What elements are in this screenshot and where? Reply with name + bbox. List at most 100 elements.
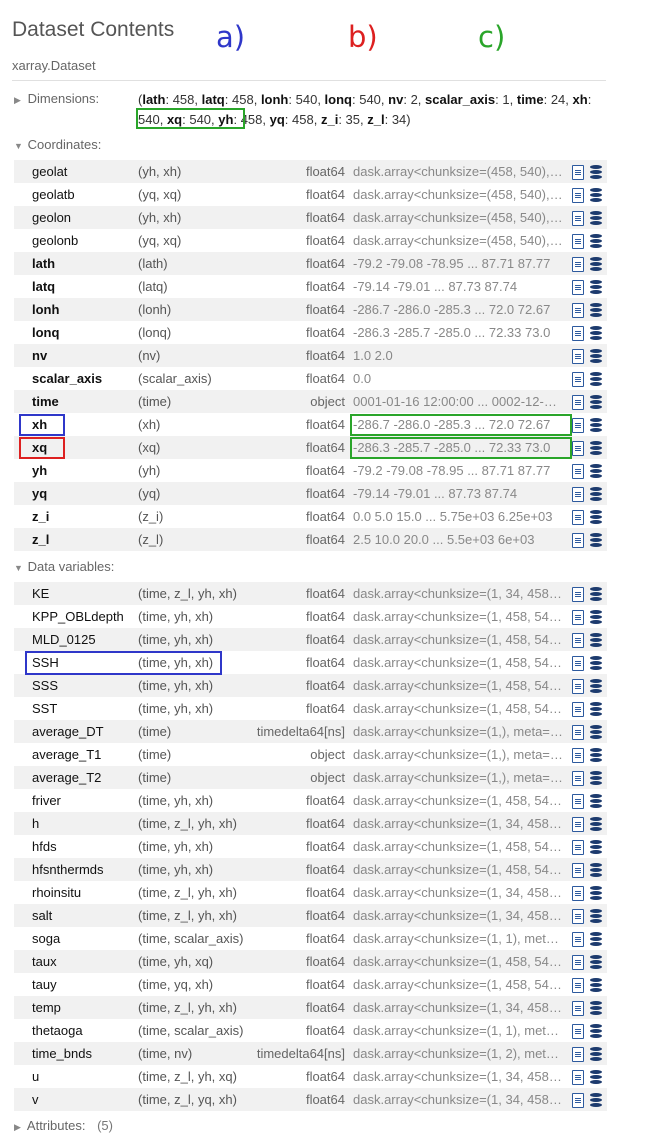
variable-preview[interactable]: dask.array<chunksize=(1, 458, 540), meta… [353, 674, 563, 697]
variable-preview[interactable]: -286.7 -286.0 -285.3 ... 72.0 72.67 [353, 298, 563, 321]
file-text-icon[interactable] [572, 955, 584, 970]
file-text-icon[interactable] [572, 863, 584, 878]
database-icon[interactable] [590, 748, 602, 762]
variable-preview[interactable]: dask.array<chunksize=(1, 458, 540), meta… [353, 605, 563, 628]
database-icon[interactable] [590, 817, 602, 831]
coordinate-row[interactable]: lonq (lonq) float64 -286.3 -285.7 -285.0 ..… [14, 321, 607, 344]
database-icon[interactable] [590, 280, 602, 294]
variable-preview[interactable]: dask.array<chunksize=(1, 2), meta=np.nda… [353, 1042, 563, 1065]
variable-preview[interactable]: dask.array<chunksize=(1, 458, 540), meta… [353, 697, 563, 720]
file-text-icon[interactable] [572, 326, 584, 341]
database-icon[interactable] [590, 863, 602, 877]
database-icon[interactable] [590, 633, 602, 647]
variable-preview[interactable]: dask.array<chunksize=(1, 34, 458, 540), … [353, 1065, 563, 1088]
file-text-icon[interactable] [572, 978, 584, 993]
file-text-icon[interactable] [572, 1001, 584, 1016]
data-variable-row[interactable]: hfsnthermds (time, yh, xh) float64 dask.arr… [14, 858, 607, 881]
data-variable-row[interactable]: average_DT (time) timedelta64[ns] dask.arra… [14, 720, 607, 743]
coordinate-row[interactable]: nv (nv) float64 1.0 2.0 [14, 344, 607, 367]
variable-preview[interactable]: dask.array<chunksize=(1, 34, 458, 540), … [353, 1088, 563, 1111]
database-icon[interactable] [590, 725, 602, 739]
variable-preview[interactable]: dask.array<chunksize=(1,), meta=np.ndarr… [353, 743, 563, 766]
database-icon[interactable] [590, 932, 602, 946]
data-variable-row[interactable]: tauy (time, yq, xh) float64 dask.array<chun… [14, 973, 607, 996]
variable-preview[interactable]: dask.array<chunksize=(1, 458, 540), meta… [353, 628, 563, 651]
file-text-icon[interactable] [572, 633, 584, 648]
data-variable-row[interactable]: KPP_OBLdepth (time, yh, xh) float64 dask.ar… [14, 605, 607, 628]
data-variable-row[interactable]: SSS (time, yh, xh) float64 dask.array<chunk… [14, 674, 607, 697]
file-text-icon[interactable] [572, 257, 584, 272]
variable-preview[interactable]: -79.14 -79.01 ... 87.73 87.74 [353, 275, 563, 298]
data-variable-row[interactable]: average_T2 (time) object dask.array<chunksi… [14, 766, 607, 789]
variable-preview[interactable]: dask.array<chunksize=(1, 458, 540), meta… [353, 950, 563, 973]
file-text-icon[interactable] [572, 395, 584, 410]
coordinate-row[interactable]: z_l (z_l) float64 2.5 10.0 20.0 ... 5.5e+03… [14, 528, 607, 551]
database-icon[interactable] [590, 165, 602, 179]
data-variable-row[interactable]: average_T1 (time) object dask.array<chunksi… [14, 743, 607, 766]
database-icon[interactable] [590, 1047, 602, 1061]
database-icon[interactable] [590, 257, 602, 271]
file-text-icon[interactable] [572, 840, 584, 855]
database-icon[interactable] [590, 372, 602, 386]
data-variable-row[interactable]: h (time, z_l, yh, xh) float64 dask.array<ch… [14, 812, 607, 835]
data-variable-row[interactable]: v (time, z_l, yq, xh) float64 dask.array<ch… [14, 1088, 607, 1111]
database-icon[interactable] [590, 303, 602, 317]
file-text-icon[interactable] [572, 817, 584, 832]
coordinate-row[interactable]: latq (latq) float64 -79.14 -79.01 ... 87.73… [14, 275, 607, 298]
file-text-icon[interactable] [572, 165, 584, 180]
database-icon[interactable] [590, 533, 602, 547]
file-text-icon[interactable] [572, 748, 584, 763]
data-variable-row[interactable]: KE (time, z_l, yh, xh) float64 dask.array<c… [14, 582, 607, 605]
coordinate-row[interactable]: geolat (yh, xh) float64 dask.array<chunksiz… [14, 160, 607, 183]
file-text-icon[interactable] [572, 464, 584, 479]
variable-preview[interactable]: -79.2 -79.08 -78.95 ... 87.71 87.77 [353, 459, 563, 482]
coordinates-section-toggle[interactable]: ▼ Coordinates: [14, 137, 101, 152]
database-icon[interactable] [590, 395, 602, 409]
variable-preview[interactable]: dask.array<chunksize=(458, 540), meta=np… [353, 206, 563, 229]
database-icon[interactable] [590, 234, 602, 248]
coordinate-row[interactable]: geolonb (yq, xq) float64 dask.array<chunksi… [14, 229, 607, 252]
variable-preview[interactable]: dask.array<chunksize=(1, 34, 458, 540), … [353, 904, 563, 927]
variable-preview[interactable]: dask.array<chunksize=(458, 540), meta=np… [353, 229, 563, 252]
data-variable-row[interactable]: MLD_0125 (time, yh, xh) float64 dask.array<… [14, 628, 607, 651]
coordinate-row[interactable]: lonh (lonh) float64 -286.7 -286.0 -285.3 ..… [14, 298, 607, 321]
file-text-icon[interactable] [572, 610, 584, 625]
file-text-icon[interactable] [572, 771, 584, 786]
data-variable-row[interactable]: SST (time, yh, xh) float64 dask.array<chunk… [14, 697, 607, 720]
data-variable-row[interactable]: salt (time, z_l, yh, xh) float64 dask.array… [14, 904, 607, 927]
database-icon[interactable] [590, 1024, 602, 1038]
data-variable-row[interactable]: taux (time, yh, xq) float64 dask.array<chun… [14, 950, 607, 973]
database-icon[interactable] [590, 1093, 602, 1107]
database-icon[interactable] [590, 326, 602, 340]
file-text-icon[interactable] [572, 1093, 584, 1108]
variable-preview[interactable]: dask.array<chunksize=(1, 34, 458, 540), … [353, 881, 563, 904]
database-icon[interactable] [590, 1001, 602, 1015]
data-variable-row[interactable]: soga (time, scalar_axis) float64 dask.array… [14, 927, 607, 950]
data-variable-row[interactable]: rhoinsitu (time, z_l, yh, xh) float64 dask.… [14, 881, 607, 904]
file-text-icon[interactable] [572, 702, 584, 717]
coordinate-row[interactable]: geolon (yh, xh) float64 dask.array<chunksiz… [14, 206, 607, 229]
coordinate-row[interactable]: geolatb (yq, xq) float64 dask.array<chunksi… [14, 183, 607, 206]
variable-preview[interactable]: dask.array<chunksize=(458, 540), meta=np… [353, 183, 563, 206]
attributes-section-toggle[interactable]: ▶ Attributes: (5) [14, 1118, 113, 1133]
file-text-icon[interactable] [572, 280, 584, 295]
database-icon[interactable] [590, 771, 602, 785]
file-text-icon[interactable] [572, 886, 584, 901]
file-text-icon[interactable] [572, 211, 584, 226]
file-text-icon[interactable] [572, 487, 584, 502]
coordinate-row[interactable]: scalar_axis (scalar_axis) float64 0.0 [14, 367, 607, 390]
variable-preview[interactable]: -79.14 -79.01 ... 87.73 87.74 [353, 482, 563, 505]
data-variable-row[interactable]: hfds (time, yh, xh) float64 dask.array<chun… [14, 835, 607, 858]
file-text-icon[interactable] [572, 909, 584, 924]
file-text-icon[interactable] [572, 932, 584, 947]
variable-preview[interactable]: dask.array<chunksize=(1, 458, 540), meta… [353, 973, 563, 996]
coordinate-row[interactable]: time (time) object 0001-01-16 12:00:00 ... … [14, 390, 607, 413]
database-icon[interactable] [590, 418, 602, 432]
database-icon[interactable] [590, 464, 602, 478]
file-text-icon[interactable] [572, 794, 584, 809]
variable-preview[interactable]: dask.array<chunksize=(1, 458, 540), meta… [353, 835, 563, 858]
data-variable-row[interactable]: thetaoga (time, scalar_axis) float64 dask.a… [14, 1019, 607, 1042]
variable-preview[interactable]: -286.3 -285.7 -285.0 ... 72.33 73.0 [353, 321, 563, 344]
database-icon[interactable] [590, 702, 602, 716]
variable-preview[interactable]: 0.0 [353, 367, 563, 390]
